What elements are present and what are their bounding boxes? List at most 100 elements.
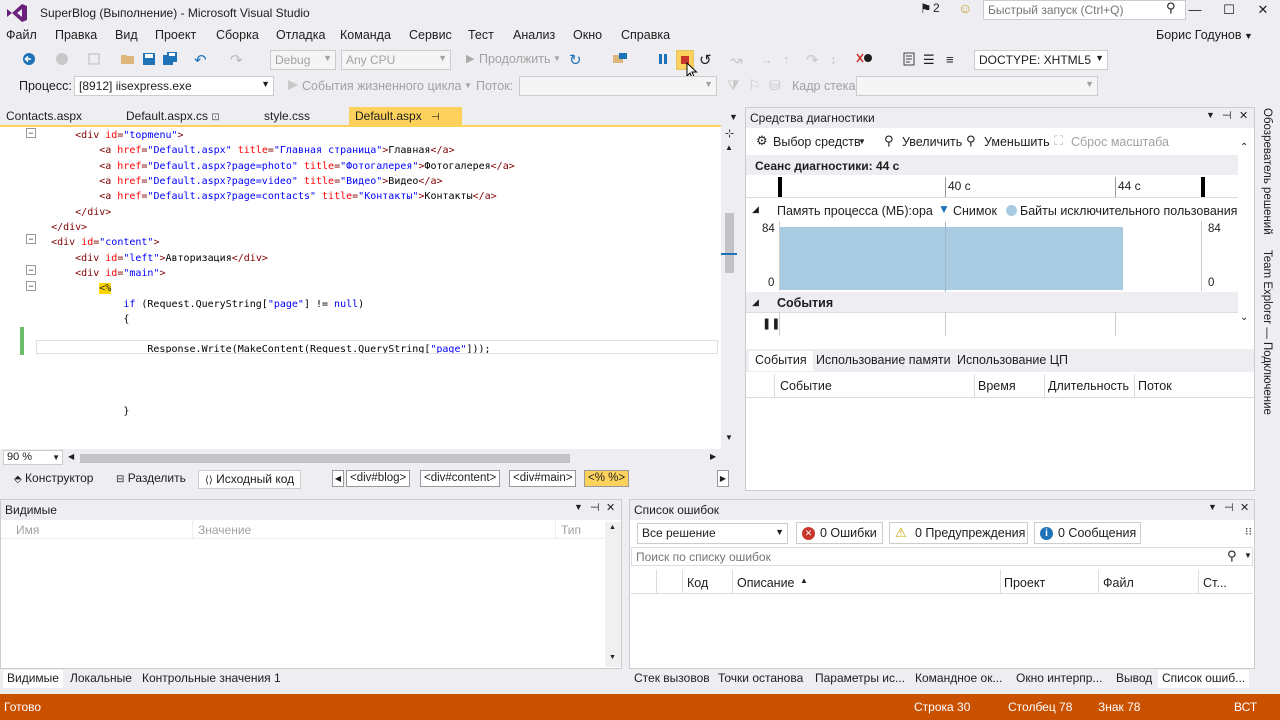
breadcrumb-code-block[interactable]: <% %>	[584, 470, 630, 487]
format-document-icon[interactable]	[902, 52, 916, 66]
team-explorer-tab[interactable]: Team Explorer — Подключение	[1261, 250, 1273, 415]
tab-locals[interactable]: Локальные	[66, 670, 136, 688]
pin-icon[interactable]: ⊣	[431, 112, 440, 123]
breadcrumb-prev-icon[interactable]: ◀	[332, 470, 344, 487]
code-line[interactable]: </div>	[75, 207, 111, 218]
editor-vertical-scrollbar[interactable]: ⊹ ▲ ▼	[721, 125, 738, 449]
column-file[interactable]: Файл	[1103, 576, 1134, 590]
scroll-down-icon[interactable]: ▼	[609, 654, 616, 661]
panel-menu-icon[interactable]: ▼	[1206, 110, 1215, 120]
error-scope-select[interactable]: Все решение ▼	[637, 523, 788, 544]
column-thread[interactable]: Поток	[1138, 379, 1172, 393]
menu-debug[interactable]: Отладка	[276, 28, 325, 42]
code-line[interactable]: if (Request.QueryString["page"] != null)	[123, 299, 364, 310]
step-out-icon[interactable]: ↷	[806, 51, 819, 69]
step-back-icon[interactable]: ↕	[830, 52, 837, 67]
column-duration[interactable]: Длительность	[1048, 379, 1129, 393]
minimize-button[interactable]: —	[1178, 0, 1212, 22]
select-tools-button[interactable]: Выбор средств	[773, 135, 861, 149]
notification-flag-icon[interactable]: ⚑	[920, 1, 932, 17]
stack-frame-select[interactable]: ▼	[856, 76, 1098, 96]
align-icon[interactable]: ☰	[923, 52, 935, 68]
tab-call-stack[interactable]: Стек вызовов	[630, 670, 714, 688]
indent-icon[interactable]: ≡	[946, 52, 954, 67]
split-icon[interactable]: ⊹	[725, 127, 734, 140]
show-next-statement-icon[interactable]: ↝	[730, 51, 743, 69]
collapse-icon[interactable]: ◢	[752, 204, 759, 215]
menu-view[interactable]: Вид	[115, 28, 138, 42]
new-project-icon[interactable]	[87, 52, 101, 66]
undo-icon[interactable]: ↶	[194, 51, 207, 69]
scroll-right-icon[interactable]: ▶	[710, 452, 716, 461]
tab-memory-usage[interactable]: Использование памяти	[816, 353, 951, 367]
panel-menu-icon[interactable]: ▼	[574, 502, 583, 512]
menu-test[interactable]: Тест	[468, 28, 494, 42]
code-editor[interactable]: <div id="topmenu"> <a href="Default.aspx"…	[0, 125, 738, 449]
menu-build[interactable]: Сборка	[216, 28, 259, 42]
code-line[interactable]: <a href="Default.aspx?page=photo" title=…	[99, 161, 515, 172]
horizontal-scroll-thumb[interactable]	[80, 454, 570, 463]
breadcrumb-div-content[interactable]: <div#content>	[420, 470, 501, 487]
close-button[interactable]: ✕	[1246, 0, 1280, 22]
column-type[interactable]: Тип	[561, 523, 581, 537]
quick-launch-input[interactable]	[983, 0, 1186, 20]
continue-button[interactable]: Продолжить	[479, 52, 550, 66]
tab-style-css[interactable]: style.css	[258, 107, 316, 125]
solution-explorer-tab[interactable]: Обозреватель решений	[1261, 108, 1273, 235]
menu-window[interactable]: Окно	[573, 28, 602, 42]
tab-error-list[interactable]: Список ошиб...	[1158, 670, 1250, 688]
collapse-icon[interactable]: ◢	[752, 297, 759, 308]
code-line[interactable]: </div>	[51, 222, 87, 233]
zoom-in-button[interactable]: Увеличить	[902, 135, 962, 149]
save-icon[interactable]	[142, 52, 156, 66]
code-line[interactable]: <div id="content">	[51, 237, 159, 248]
back-icon[interactable]	[22, 52, 36, 66]
browser-link-icon[interactable]	[612, 52, 628, 66]
tab-default-aspx-cs[interactable]: Default.aspx.cs ⊡	[120, 107, 226, 125]
thread-select[interactable]: ▼	[519, 76, 717, 96]
chevron-down-icon[interactable]: ▼	[1244, 551, 1252, 560]
open-file-icon[interactable]	[120, 52, 136, 66]
code-line[interactable]: <div id="left">Авторизация</div>	[75, 253, 268, 264]
reset-zoom-button[interactable]: Сброс масштаба	[1071, 135, 1169, 149]
code-line[interactable]: <div id="topmenu">	[75, 130, 183, 141]
menu-tools[interactable]: Сервис	[409, 28, 452, 42]
scroll-up-icon[interactable]: ▲	[725, 143, 733, 152]
close-panel-icon[interactable]: ✕	[606, 501, 615, 514]
column-time[interactable]: Время	[978, 379, 1016, 393]
search-icon[interactable]: ⚲	[1166, 0, 1176, 16]
pin-icon[interactable]: ⊣	[590, 501, 600, 514]
errors-filter-button[interactable]: ✕ 0 Ошибки	[796, 522, 883, 544]
lifecycle-events-select[interactable]: События жизненного цикла	[302, 79, 461, 93]
column-event[interactable]: Событие	[780, 379, 832, 393]
process-select[interactable]: [8912] iisexpress.exe ▼	[74, 76, 274, 96]
chevron-down-icon[interactable]: ▼	[858, 137, 866, 146]
column-description[interactable]: Описание	[737, 576, 795, 590]
zoom-level-select[interactable]: 90 % ▼	[3, 450, 63, 465]
tab-events[interactable]: События	[749, 351, 813, 371]
outline-collapse-icon[interactable]: −	[26, 265, 36, 275]
breadcrumb-div-main[interactable]: <div#main>	[509, 470, 577, 487]
column-project[interactable]: Проект	[1004, 576, 1045, 590]
refresh-icon[interactable]: ↻	[569, 51, 582, 69]
breakpoints-disable-icon[interactable]	[855, 52, 873, 66]
redo-icon[interactable]: ↷	[230, 51, 243, 69]
close-panel-icon[interactable]: ✕	[1240, 501, 1249, 514]
menu-help[interactable]: Справка	[621, 28, 670, 42]
lifecycle-dropdown-icon[interactable]: ▼	[464, 81, 472, 90]
tab-contacts-aspx[interactable]: Contacts.aspx	[0, 107, 88, 125]
code-line[interactable]: <a href="Default.aspx" title="Главная ст…	[99, 145, 454, 156]
menu-team[interactable]: Команда	[340, 28, 391, 42]
step-into-icon[interactable]: →	[760, 52, 773, 67]
scroll-up-icon[interactable]: ⌃	[1240, 142, 1248, 153]
outline-collapse-icon[interactable]: −	[26, 281, 36, 291]
code-line[interactable]: {	[123, 314, 129, 325]
platform-select[interactable]: Any CPU ▼	[341, 50, 451, 70]
stack-frame-icon[interactable]: ⛁	[769, 77, 781, 94]
restart-icon[interactable]: ↺	[699, 51, 712, 69]
menu-edit[interactable]: Правка	[55, 28, 97, 42]
scroll-thumb[interactable]	[725, 213, 734, 273]
pin-icon[interactable]: ⊣	[1224, 501, 1234, 514]
outline-collapse-icon[interactable]: −	[26, 128, 36, 138]
error-search-input[interactable]	[631, 547, 1253, 566]
